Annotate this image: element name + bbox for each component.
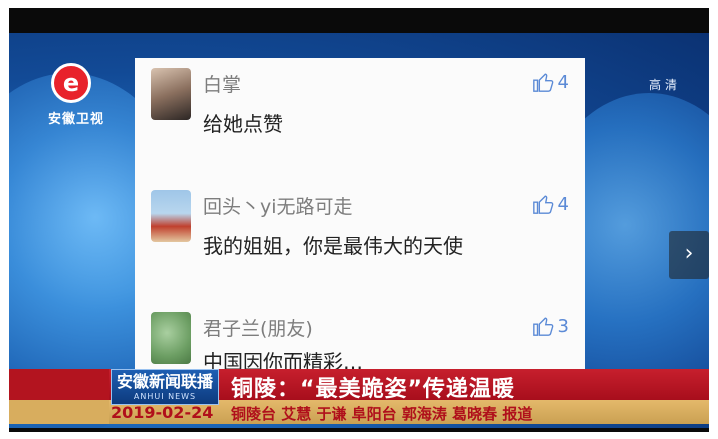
report-credits: 铜陵台 艾慧 于谦 阜阳台 郭海涛 葛晓春 报道 [231,405,533,423]
like-count: 3 [557,315,569,337]
channel-logo-icon: e [51,63,91,103]
broadcast-date: 2019-02-24 [111,403,214,422]
video-frame: e 安徽卫视 高清 白掌 给她点赞 4 回头丶yi无路可走 我的姐姐，你是最伟大… [9,8,709,432]
user-avatar [151,190,191,242]
thumbs-up-icon [532,195,553,214]
comment-username: 白掌 [203,74,242,96]
news-ticker: 安徽新闻联播 ANHUI NEWS 铜陵：“最美跪姿”传递温暖 2019-02-… [9,369,709,424]
ticker-left-block [9,369,109,424]
comment-text: 给她点赞 [203,112,283,136]
thumbs-up-icon [532,317,553,336]
user-avatar [151,68,191,120]
program-badge: 安徽新闻联播 ANHUI NEWS [111,369,219,405]
comment-item: 白掌 给她点赞 4 [135,58,585,158]
program-name: 安徽新闻联播 [116,372,213,391]
user-avatar [151,312,191,364]
comment-screen: 白掌 给她点赞 4 回头丶yi无路可走 我的姐姐，你是最伟大的天使 4 君子兰(… [135,58,585,388]
like-count: 4 [557,71,569,93]
quality-label: 高清 [648,78,681,92]
like-button[interactable]: 3 [532,314,569,338]
next-arrow-button[interactable]: › [669,231,709,279]
news-headline: 铜陵：“最美跪姿”传递温暖 [231,377,515,402]
comment-text: 我的姐姐，你是最伟大的天使 [203,234,463,258]
comment-username: 君子兰(朋友) [203,318,313,340]
like-count: 4 [557,193,569,215]
thumbs-up-icon [532,73,553,92]
comment-username: 回头丶yi无路可走 [203,196,353,218]
comment-item: 回头丶yi无路可走 我的姐姐，你是最伟大的天使 4 [135,180,585,280]
channel-logo-text: 安徽卫视 [47,112,104,127]
channel-logo: e 安徽卫视 [31,63,121,127]
like-button[interactable]: 4 [532,192,569,216]
chevron-right-icon: › [684,241,694,266]
like-button[interactable]: 4 [532,70,569,94]
video-player[interactable]: e 安徽卫视 高清 白掌 给她点赞 4 回头丶yi无路可走 我的姐姐，你是最伟大… [9,33,709,428]
program-subtitle: ANHUI NEWS [133,392,197,401]
